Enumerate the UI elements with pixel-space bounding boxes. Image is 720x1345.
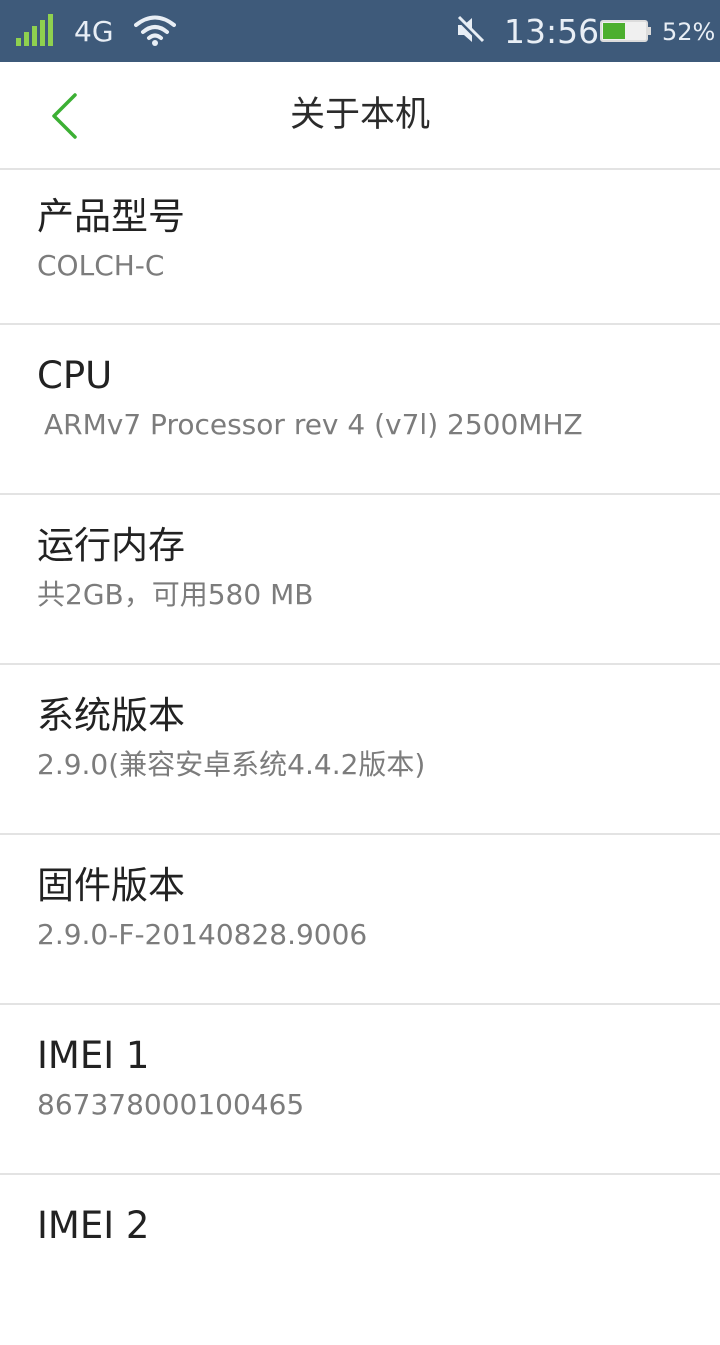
- list-item-firmware-version[interactable]: 固件版本 2.9.0-F-20140828.9006: [0, 835, 720, 1005]
- item-label: 系统版本: [37, 694, 185, 737]
- battery-icon: [600, 20, 651, 42]
- item-value: 2.9.0-F-20140828.9006: [37, 918, 368, 951]
- battery-percent: 52%: [662, 18, 716, 46]
- header-bar: 关于本机: [0, 62, 720, 170]
- clock: 13:56: [504, 12, 600, 51]
- item-label: 固件版本: [37, 864, 185, 907]
- device-info-list: 产品型号 COLCH-C CPU ARMv7 Processor rev 4 (…: [0, 170, 720, 1345]
- item-label: 产品型号: [37, 195, 185, 238]
- mute-icon: [455, 15, 485, 45]
- list-item-memory[interactable]: 运行内存 共2GB，可用580 MB: [0, 495, 720, 665]
- page-title: 关于本机: [289, 95, 430, 135]
- item-value: 共2GB，可用580 MB: [37, 578, 314, 611]
- list-item-system-version[interactable]: 系统版本 2.9.0(兼容安卓系统4.4.2版本): [0, 665, 720, 835]
- item-value: 867378000100465: [37, 1088, 305, 1121]
- network-type: 4G: [74, 15, 114, 48]
- wifi-icon: [134, 15, 176, 46]
- item-label: IMEI 1: [37, 1034, 150, 1077]
- signal-icon: [16, 14, 53, 46]
- item-label: 运行内存: [37, 524, 185, 567]
- item-label: CPU: [37, 354, 113, 397]
- list-item-model[interactable]: 产品型号 COLCH-C: [0, 170, 720, 325]
- item-value: ARMv7 Processor rev 4 (v7l) 2500MHZ: [44, 408, 583, 441]
- list-item-imei-1[interactable]: IMEI 1 867378000100465: [0, 1005, 720, 1175]
- item-value: 2.9.0(兼容安卓系统4.4.2版本): [37, 748, 426, 781]
- item-value: COLCH-C: [37, 249, 165, 282]
- list-item-imei-2[interactable]: IMEI 2: [0, 1175, 720, 1345]
- status-bar: 4G 13:56 52%: [0, 0, 720, 62]
- list-item-cpu[interactable]: CPU ARMv7 Processor rev 4 (v7l) 2500MHZ: [0, 325, 720, 495]
- item-label: IMEI 2: [37, 1204, 150, 1247]
